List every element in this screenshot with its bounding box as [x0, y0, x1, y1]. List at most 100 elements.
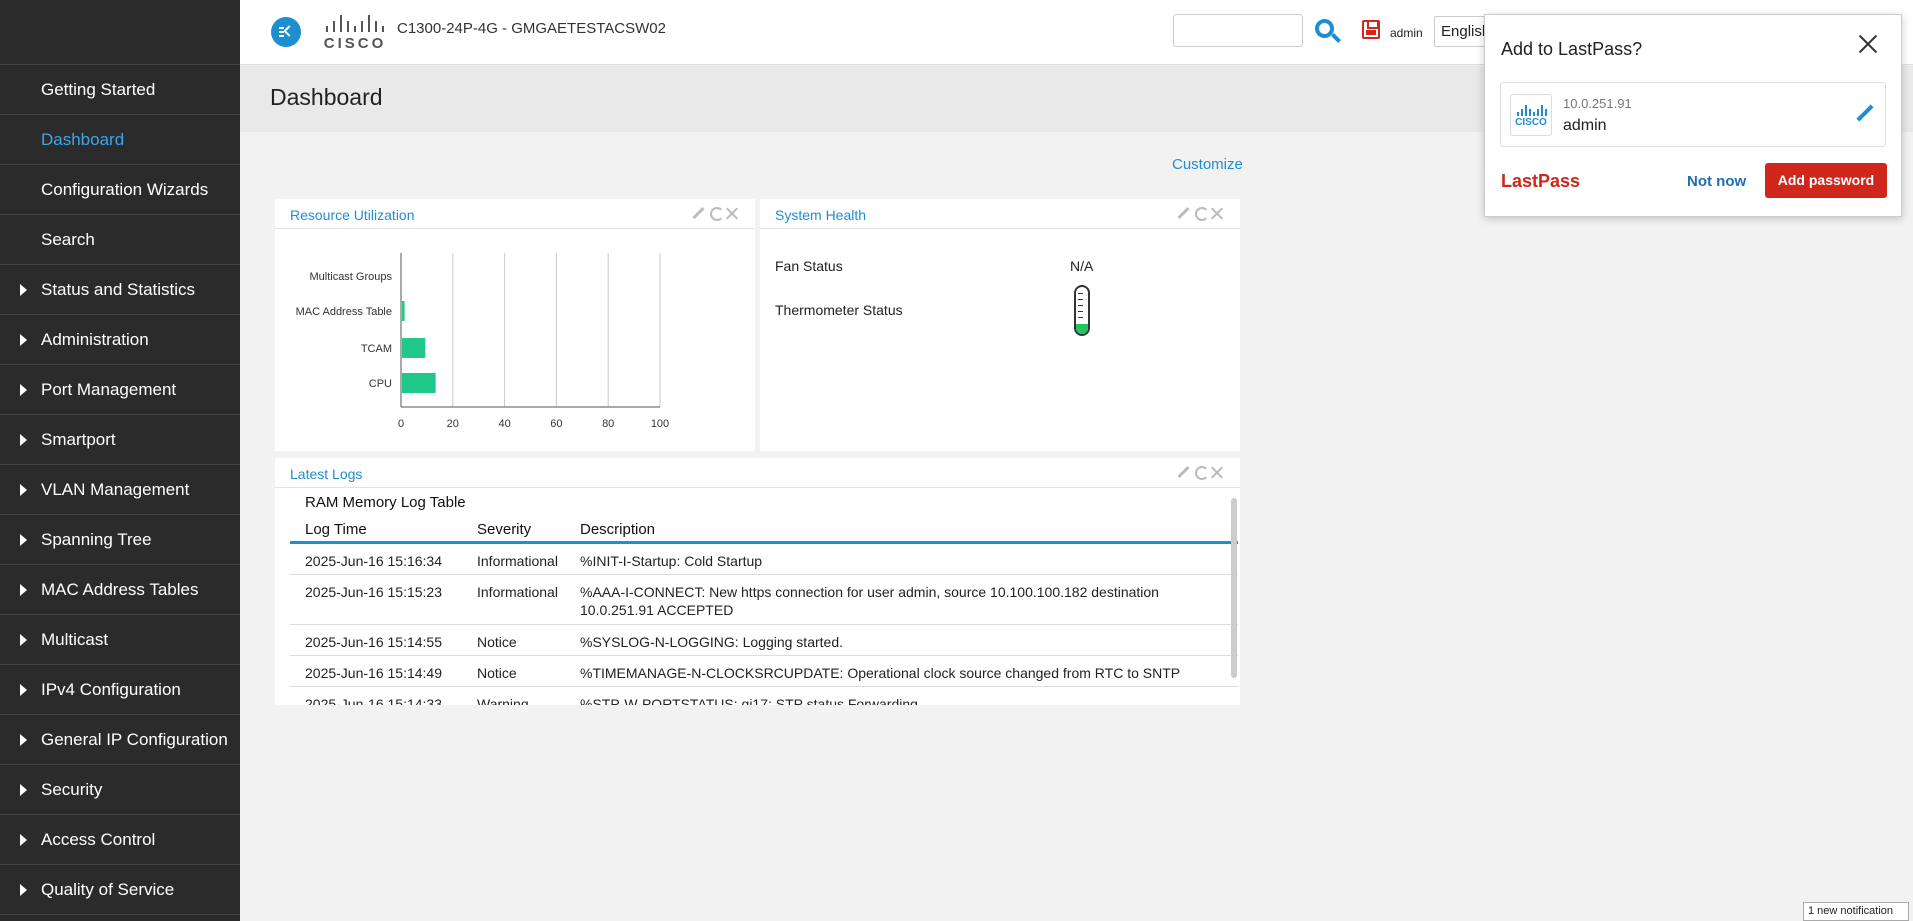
log-time-cell: 2025-Jun-16 15:14:55	[305, 634, 442, 650]
column-header-description: Description	[580, 521, 656, 538]
sidebar-item-mac-address-tables[interactable]: MAC Address Tables	[0, 565, 240, 615]
cisco-logo-word: CISCO	[323, 35, 387, 52]
description-cell: %STP-W-PORTSTATUS: gi17: STP status Forw…	[580, 696, 918, 705]
sidebar-item-access-control[interactable]: Access Control	[0, 815, 240, 865]
sidebar-item-vlan-management[interactable]: VLAN Management	[0, 465, 240, 515]
panel-tools	[691, 206, 741, 222]
x-tick-label: 0	[398, 418, 404, 430]
x-tick-label: 40	[498, 418, 510, 430]
thermometer-icon	[1074, 285, 1090, 336]
table-row: 2025-Jun-16 15:16:34 Informational %INIT-I…	[290, 544, 1238, 575]
pencil-icon[interactable]	[1176, 465, 1190, 479]
sidebar-item-smartport[interactable]: Smartport	[0, 415, 240, 465]
log-table: Log Time Severity Description 2025-Jun-1…	[290, 516, 1238, 705]
log-table-title: RAM Memory Log Table	[305, 494, 466, 511]
caret-right-icon	[20, 284, 27, 296]
severity-cell: Notice	[477, 634, 517, 650]
search-input[interactable]	[1173, 14, 1303, 47]
category-label: CPU	[369, 378, 392, 390]
notification-badge[interactable]: 1 new notification	[1803, 902, 1909, 921]
lastpass-title: Add to LastPass?	[1501, 39, 1643, 59]
close-icon[interactable]	[1210, 465, 1224, 479]
x-tick-label: 80	[602, 418, 614, 430]
panel-tools	[1176, 206, 1226, 222]
sidebar-item-quality-of-service[interactable]: Quality of Service	[0, 865, 240, 915]
customize-link[interactable]: Customize	[1172, 156, 1243, 173]
sidebar-item-label: Configuration Wizards	[41, 180, 209, 199]
refresh-icon[interactable]	[709, 206, 724, 221]
close-icon[interactable]	[1210, 206, 1224, 220]
resource-utilization-chart: 0 20 40 60 80 100 Multicast Groups MAC Address …	[296, 253, 669, 430]
sidebar-item-configuration-wizards[interactable]: Configuration Wizards	[0, 165, 240, 215]
lastpass-site: 10.0.251.91	[1563, 96, 1632, 111]
sidebar-item-label: Getting Started	[41, 80, 156, 99]
sidebar-item-label: Quality of Service	[41, 880, 175, 899]
site-favicon: CISCO	[1510, 94, 1552, 136]
sidebar-item-security[interactable]: Security	[0, 765, 240, 815]
close-icon[interactable]	[725, 206, 739, 220]
sidebar-item-label: Port Management	[41, 380, 177, 399]
sidebar-item-getting-started[interactable]: Getting Started	[0, 65, 240, 115]
fan-status-label: Fan Status	[775, 258, 843, 274]
panel-header: Resource Utilization	[275, 199, 755, 229]
sidebar-item-label: Smartport	[41, 430, 116, 449]
thermometer-status-label: Thermometer Status	[775, 302, 903, 318]
caret-right-icon	[20, 784, 27, 796]
caret-right-icon	[20, 684, 27, 696]
sidebar-item-search[interactable]: Search	[0, 215, 240, 265]
sidebar-item-label: IPv4 Configuration	[41, 680, 181, 699]
panel-header: Latest Logs	[275, 458, 1240, 488]
pencil-icon[interactable]	[1856, 105, 1874, 123]
panel-tools	[1176, 465, 1226, 481]
caret-right-icon	[20, 434, 27, 446]
log-time-cell: 2025-Jun-16 15:14:49	[305, 665, 442, 681]
table-row: 2025-Jun-16 15:15:23 Informational %AAA-I-…	[290, 575, 1238, 625]
severity-cell: Informational	[477, 584, 558, 600]
sidebar-item-port-management[interactable]: Port Management	[0, 365, 240, 415]
description-cell: %TIMEMANAGE-N-CLOCKSRCUPDATE: Operationa…	[580, 665, 1181, 681]
sidebar-item-spanning-tree[interactable]: Spanning Tree	[0, 515, 240, 565]
refresh-icon[interactable]	[1194, 206, 1209, 221]
sidebar-item-label: Search	[41, 230, 95, 249]
sidebar-item-ipv4-configuration[interactable]: IPv4 Configuration	[0, 665, 240, 715]
sidebar-item-multicast[interactable]: Multicast	[0, 615, 240, 665]
x-tick-label: 100	[651, 418, 669, 430]
x-tick-label: 60	[550, 418, 562, 430]
sidebar-item-dashboard[interactable]: Dashboard	[0, 115, 240, 165]
favicon-word: CISCO	[1515, 117, 1547, 128]
menu-toggle-icon[interactable]	[271, 17, 301, 47]
lastpass-credential-card[interactable]: CISCO 10.0.251.91 admin	[1500, 82, 1886, 147]
bar	[402, 373, 436, 393]
caret-right-icon	[20, 734, 27, 746]
caret-right-icon	[20, 334, 27, 346]
resource-utilization-panel: Resource Utilization 0 20 40 60 80 100 Multica…	[275, 199, 755, 451]
log-time-cell: 2025-Jun-16 15:14:33	[305, 696, 442, 705]
add-password-button[interactable]: Add password	[1765, 163, 1887, 198]
latest-logs-panel: Latest Logs RAM Memory Log Table Log Tim…	[275, 458, 1240, 705]
pencil-icon[interactable]	[691, 206, 705, 220]
close-icon[interactable]	[1855, 31, 1881, 57]
caret-right-icon	[20, 834, 27, 846]
log-scrollbar[interactable]	[1231, 498, 1237, 678]
search-icon[interactable]	[1313, 17, 1343, 47]
not-now-button[interactable]: Not now	[1687, 173, 1746, 190]
sidebar-item-label: Security	[41, 780, 103, 799]
lastpass-dialog: Add to LastPass? CISCO 10.0.251.91 admin…	[1484, 14, 1902, 217]
sidebar-item-label: Multicast	[41, 630, 109, 649]
caret-right-icon	[20, 634, 27, 646]
log-table-body: 2025-Jun-16 15:16:34 Informational %INIT-I…	[290, 544, 1238, 705]
caret-right-icon	[20, 584, 27, 596]
refresh-icon[interactable]	[1194, 465, 1209, 480]
bar	[402, 301, 405, 321]
pencil-icon[interactable]	[1176, 206, 1190, 220]
save-icon[interactable]	[1362, 20, 1380, 39]
description-cell: %AAA-I-CONNECT: New https connection for…	[580, 584, 1159, 618]
sidebar-item-status-and-statistics[interactable]: Status and Statistics	[0, 265, 240, 315]
sidebar-item-general-ip-configuration[interactable]: General IP Configuration	[0, 715, 240, 765]
description-cell: %INIT-I-Startup: Cold Startup	[580, 553, 763, 569]
lastpass-username: admin	[1563, 117, 1607, 134]
severity-cell: Informational	[477, 553, 558, 569]
sidebar-item-administration[interactable]: Administration	[0, 315, 240, 365]
user-name[interactable]: admin	[1390, 26, 1423, 40]
x-tick-label: 20	[447, 418, 459, 430]
